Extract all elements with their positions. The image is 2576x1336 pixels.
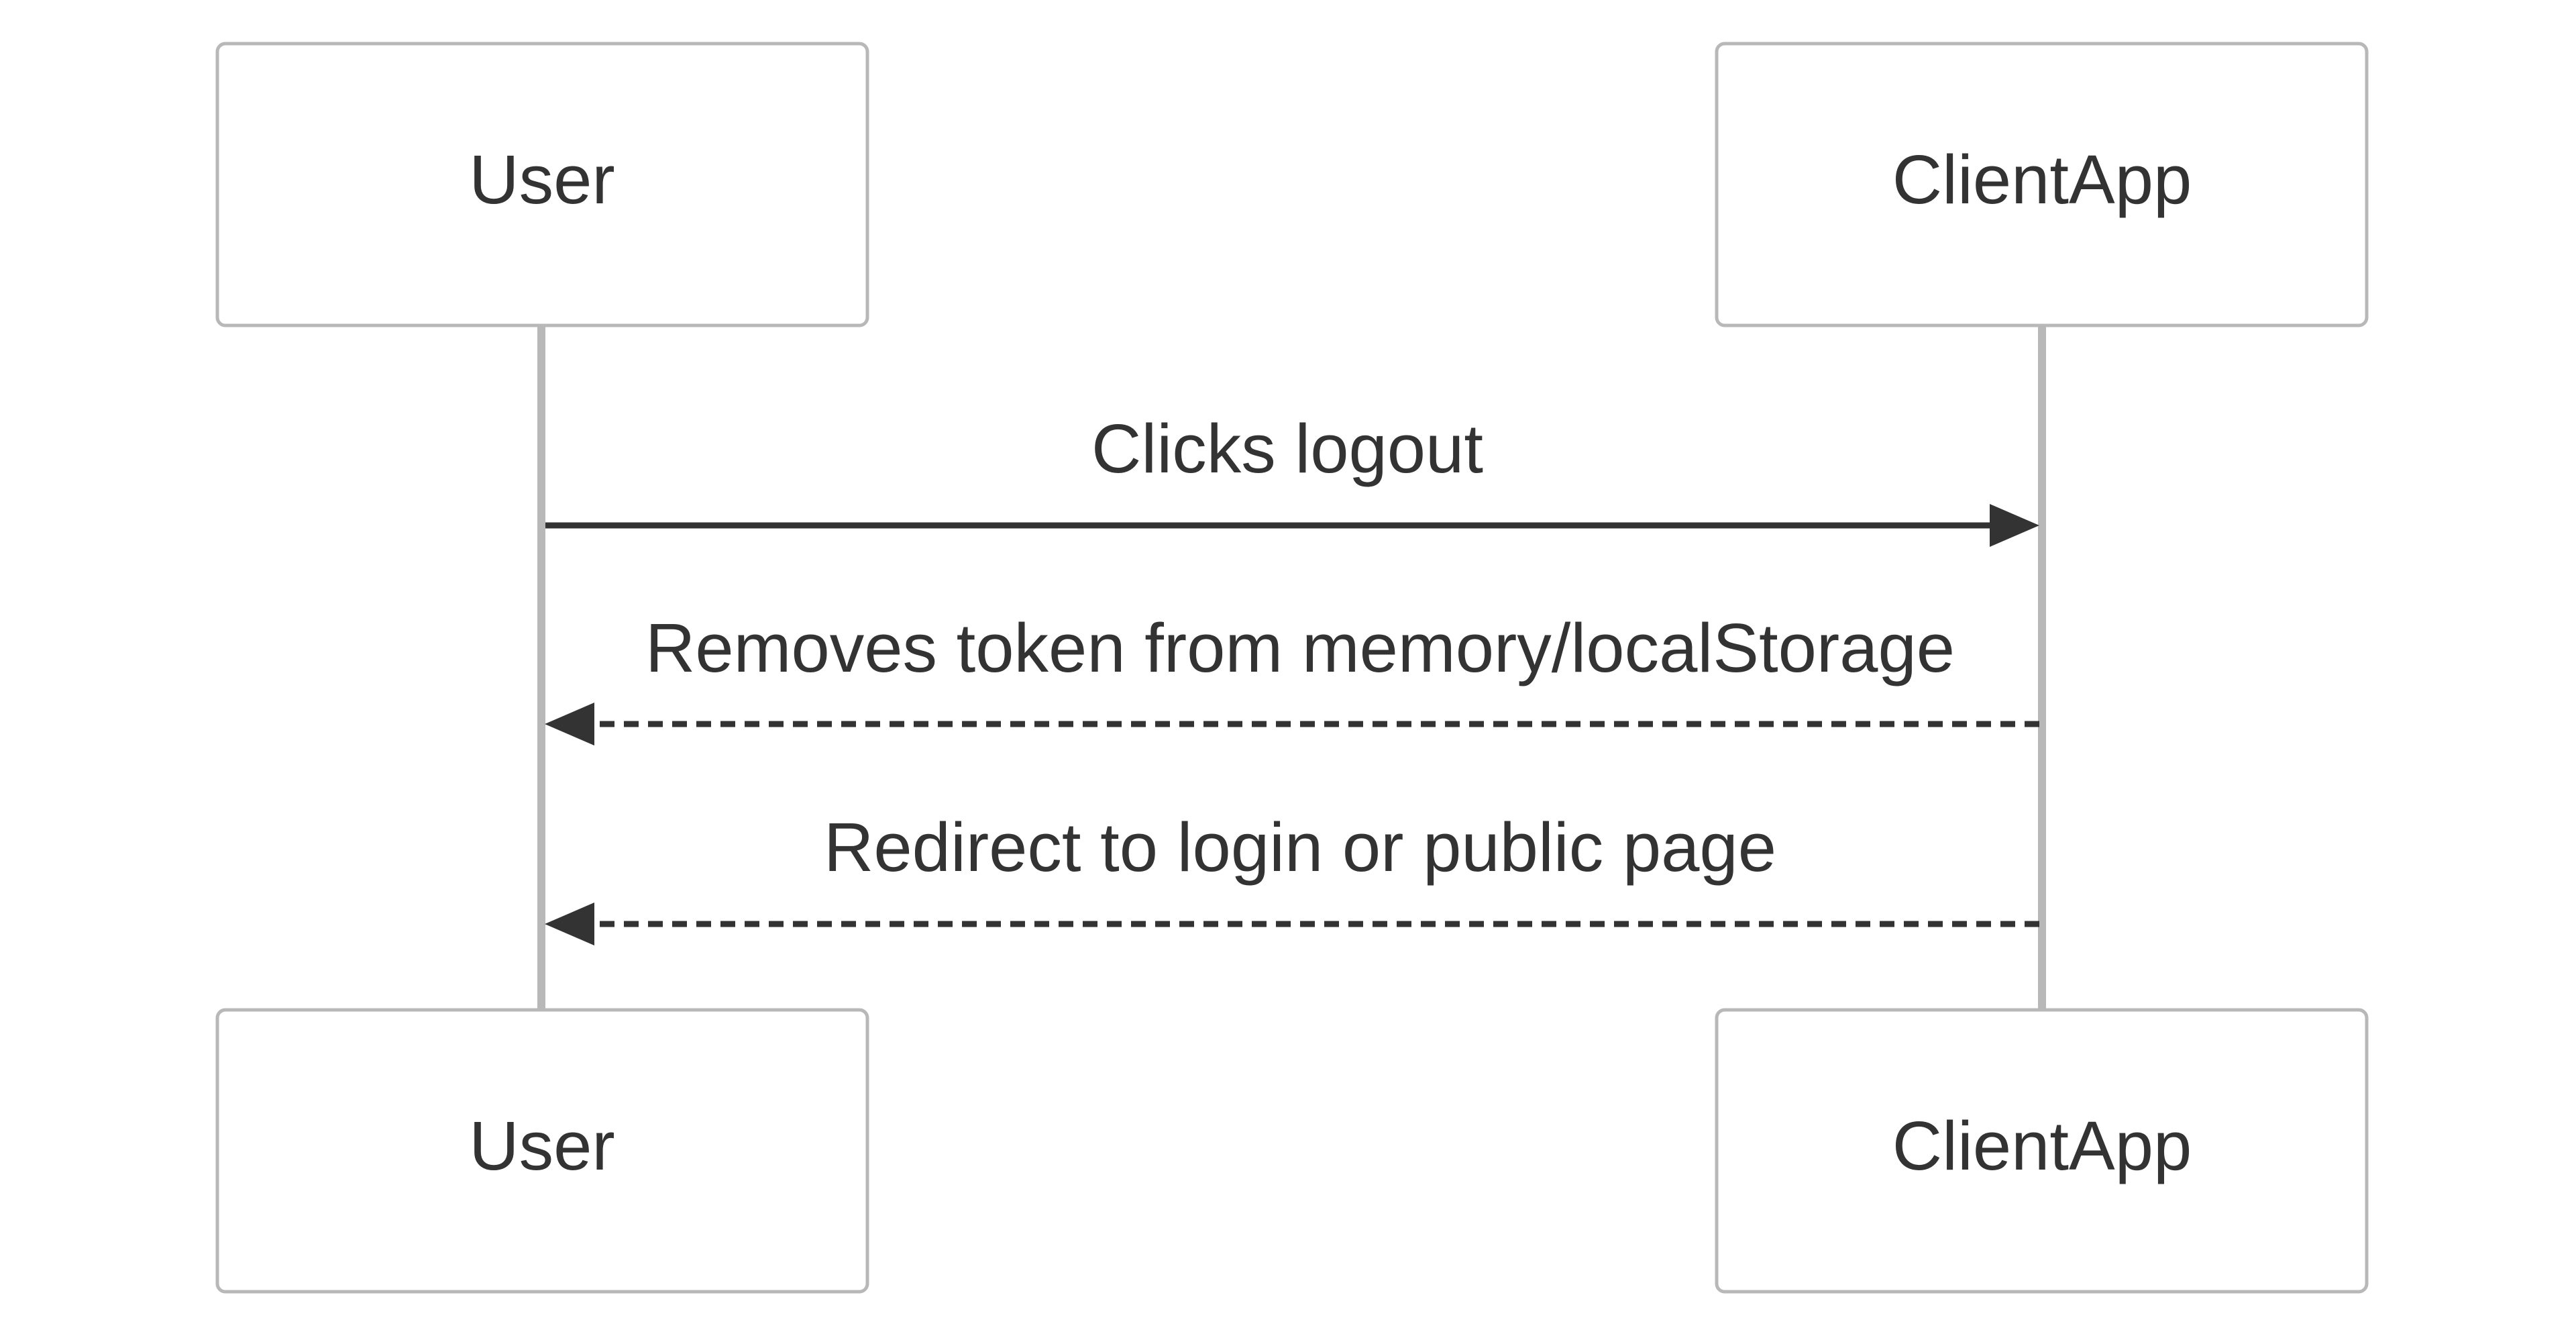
actor-top-user: User (215, 42, 869, 327)
message-removes-token: Removes token from memory/localStorage (545, 609, 2039, 746)
actor-top-clientapp: ClientApp (1715, 42, 2369, 327)
sequence-diagram: User ClientApp Clicks logout Removes tok… (215, 42, 2369, 1294)
actor-bottom-user: User (215, 1008, 869, 1294)
message-label-3: Redirect to login or public page (824, 809, 1776, 886)
arrowhead-left-icon (545, 903, 594, 945)
actor-top-clientapp-label: ClientApp (1892, 141, 2192, 218)
message-label-2: Removes token from memory/localStorage (645, 609, 1955, 686)
arrowhead-left-icon (545, 703, 594, 746)
message-label-1: Clicks logout (1091, 410, 1483, 487)
message-redirect: Redirect to login or public page (545, 809, 2039, 945)
message-clicks-logout: Clicks logout (545, 410, 2039, 547)
actor-bottom-user-label: User (469, 1107, 614, 1184)
arrowhead-right-icon (1990, 504, 2039, 547)
actor-bottom-clientapp: ClientApp (1715, 1008, 2369, 1294)
actor-bottom-clientapp-label: ClientApp (1892, 1107, 2192, 1184)
actor-top-user-label: User (469, 141, 614, 218)
